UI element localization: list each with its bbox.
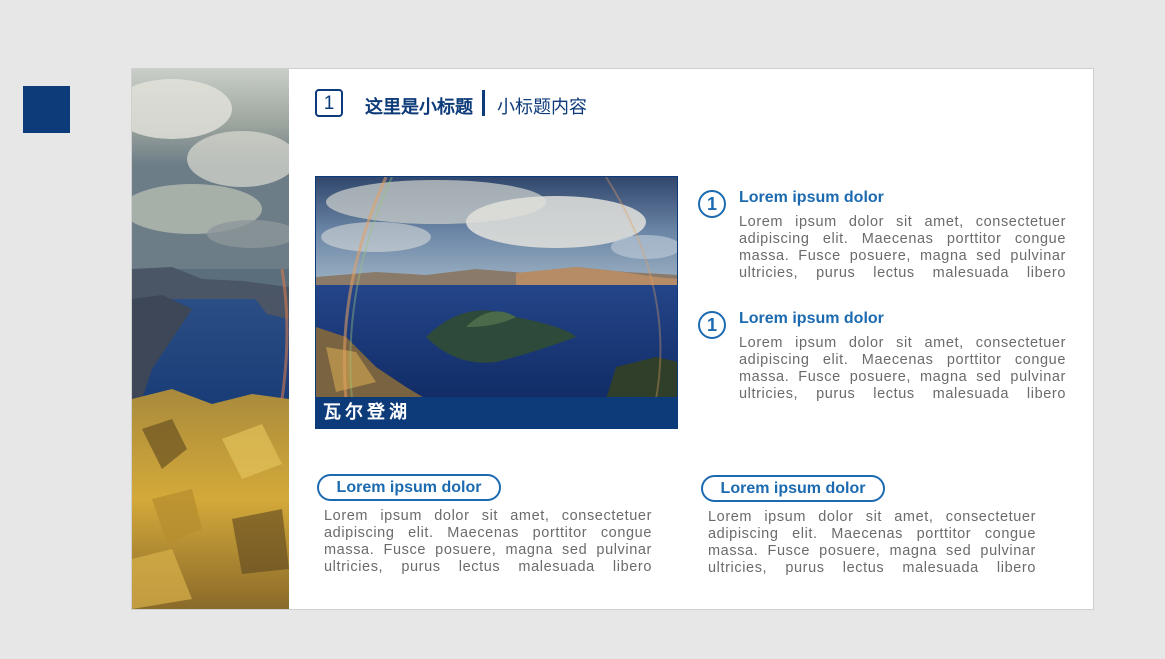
bottom-item-title-pill: Lorem ipsum dolor <box>701 475 885 502</box>
corner-accent-square <box>23 86 70 133</box>
slide: 1 这里是小标题 小标题内容 瓦尔登湖 1 Lorem ipsum dolor … <box>131 68 1094 610</box>
text-line: Lorem ipsum dolor sit amet, consectetuer <box>739 335 1066 351</box>
text-line: adipiscing elit. Maecenas porttitor cong… <box>708 526 1036 542</box>
text-line: massa. Fusce posuere, magna sed pulvinar <box>739 369 1066 385</box>
header-divider <box>482 90 485 116</box>
header-title: 这里是小标题 <box>365 97 473 117</box>
text-line: ultricies, purus lectus malesuada libero <box>708 560 1036 576</box>
header-subtitle: 小标题内容 <box>497 97 587 117</box>
text-line: ultricies, purus lectus malesuada libero <box>739 265 1066 281</box>
text-line: Lorem ipsum dolor sit amet, consectetuer <box>708 509 1036 525</box>
header-number-badge: 1 <box>315 89 343 117</box>
text-line: Lorem ipsum dolor sit amet, consectetuer <box>739 214 1066 230</box>
side-landscape-photo <box>132 69 289 609</box>
item-number-badge: 1 <box>698 190 726 218</box>
text-line: adipiscing elit. Maecenas porttitor cong… <box>324 525 652 541</box>
text-line: Lorem ipsum dolor sit amet, consectetuer <box>324 508 652 524</box>
text-line: massa. Fusce posuere, magna sed pulvinar <box>708 543 1036 559</box>
item-description: Lorem ipsum dolor sit amet, consectetuer… <box>739 214 1066 282</box>
text-line: massa. Fusce posuere, magna sed pulvinar <box>739 248 1066 264</box>
bottom-item-description: Lorem ipsum dolor sit amet, consectetuer… <box>708 509 1036 577</box>
lake-photo: 瓦尔登湖 <box>315 176 678 429</box>
bottom-item-title-pill: Lorem ipsum dolor <box>317 474 501 501</box>
text-line: ultricies, purus lectus malesuada libero <box>324 559 652 575</box>
text-line: adipiscing elit. Maecenas porttitor cong… <box>739 231 1066 247</box>
text-line: adipiscing elit. Maecenas porttitor cong… <box>739 352 1066 368</box>
item-number-badge: 1 <box>698 311 726 339</box>
bottom-item-description: Lorem ipsum dolor sit amet, consectetuer… <box>324 508 652 576</box>
text-line: massa. Fusce posuere, magna sed pulvinar <box>324 542 652 558</box>
item-title: Lorem ipsum dolor <box>739 310 884 327</box>
text-line: ultricies, purus lectus malesuada libero <box>739 386 1066 402</box>
photo-caption: 瓦尔登湖 <box>316 397 677 428</box>
item-description: Lorem ipsum dolor sit amet, consectetuer… <box>739 335 1066 403</box>
item-title: Lorem ipsum dolor <box>739 189 884 206</box>
